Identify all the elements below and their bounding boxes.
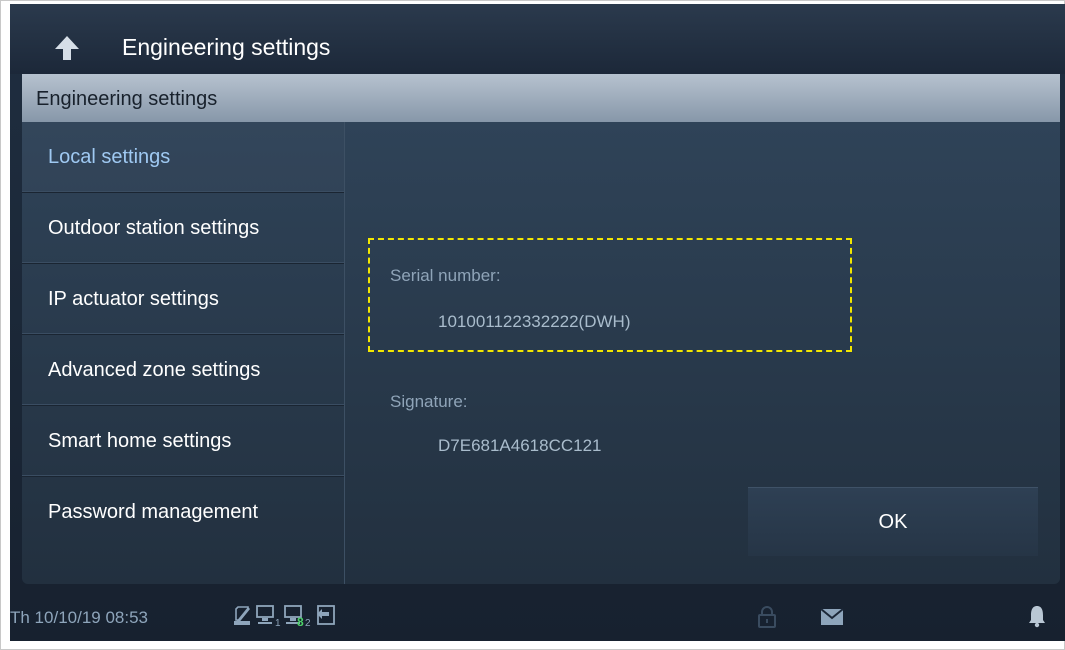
content-area: Serial number: 101001122332222(DWH) Sign… bbox=[344, 122, 1060, 584]
back-arrow-icon bbox=[55, 36, 79, 60]
panel-screen: Engineering settings Engineering setting… bbox=[10, 4, 1065, 641]
monitor-2-badge: 8 bbox=[297, 615, 304, 629]
sidebar-item-label: Local settings bbox=[48, 145, 171, 168]
sidebar-item-password-management[interactable]: Password management bbox=[22, 477, 344, 547]
bell-icon[interactable] bbox=[1027, 604, 1047, 628]
ok-button[interactable]: OK bbox=[748, 487, 1038, 556]
title-bar: Engineering settings bbox=[10, 4, 1065, 74]
sidebar-item-label: Password management bbox=[48, 500, 259, 523]
sidebar-item-ip-actuator-settings[interactable]: IP actuator settings bbox=[22, 264, 344, 335]
signature-value: D7E681A4618CC121 bbox=[438, 436, 602, 455]
section-title: Engineering settings bbox=[36, 88, 218, 110]
back-button[interactable] bbox=[52, 33, 82, 63]
date-time: Th 10/10/19 08:53 bbox=[10, 608, 149, 627]
monitor-2-subscript: 2 bbox=[305, 618, 311, 629]
section-header: Engineering settings bbox=[22, 74, 1060, 122]
lock-icon[interactable] bbox=[757, 605, 777, 629]
status-bar: Th 10/10/19 08:53 1 8 2 bbox=[10, 592, 1065, 641]
settings-panel: Local settings Outdoor station settings … bbox=[22, 122, 1060, 584]
serial-number-value: 101001122332222(DWH) bbox=[438, 312, 631, 331]
sidebar: Local settings Outdoor station settings … bbox=[22, 122, 345, 584]
sidebar-item-label: Outdoor station settings bbox=[48, 216, 260, 239]
page-title: Engineering settings bbox=[122, 34, 331, 60]
serial-number-label: Serial number: bbox=[390, 266, 501, 285]
sidebar-item-label: Smart home settings bbox=[48, 429, 232, 452]
exit-icon[interactable] bbox=[315, 604, 337, 626]
sidebar-item-local-settings[interactable]: Local settings bbox=[22, 122, 344, 193]
sd-card-icon[interactable] bbox=[232, 604, 252, 626]
sidebar-item-label: IP actuator settings bbox=[48, 287, 219, 310]
monitor-1-subscript: 1 bbox=[275, 618, 281, 629]
sidebar-item-advanced-zone-settings[interactable]: Advanced zone settings bbox=[22, 335, 344, 406]
serial-highlight-box bbox=[368, 238, 852, 352]
sidebar-item-label: Advanced zone settings bbox=[48, 358, 261, 381]
signature-label: Signature: bbox=[390, 392, 468, 411]
sidebar-item-outdoor-station-settings[interactable]: Outdoor station settings bbox=[22, 193, 344, 264]
sidebar-item-smart-home-settings[interactable]: Smart home settings bbox=[22, 406, 344, 477]
mail-icon[interactable] bbox=[820, 608, 844, 626]
